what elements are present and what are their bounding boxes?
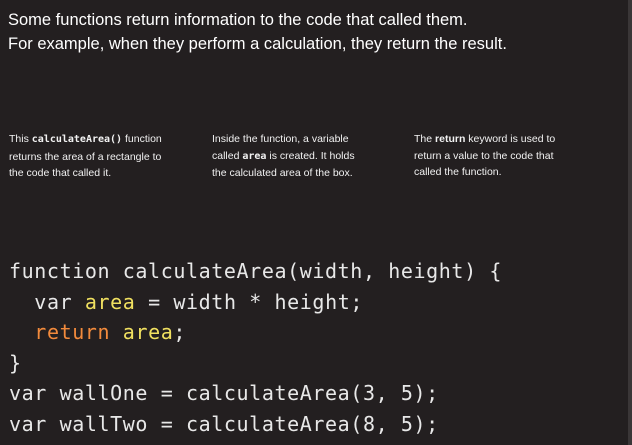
note-calculatearea: This calculateArea() function returns th… bbox=[9, 131, 199, 182]
note-1-pre: This bbox=[9, 133, 32, 145]
intro-line-2: For example, when they perform a calcula… bbox=[8, 35, 507, 53]
intro-line-1: Some functions return information to the… bbox=[8, 11, 468, 29]
page-edge bbox=[628, 0, 632, 445]
note-1-code: calculateArea() bbox=[31, 134, 123, 145]
code-line-3-indent bbox=[9, 320, 34, 344]
code-listing: function calculateArea(width, height) { … bbox=[9, 256, 502, 439]
code-line-2-area-variable: area bbox=[84, 289, 136, 314]
code-line-2-indent bbox=[9, 290, 34, 314]
annotation-notes: This calculateArea() function returns th… bbox=[9, 131, 619, 191]
code-line-3-rest: ; bbox=[173, 320, 187, 344]
note-2-code: area bbox=[242, 150, 267, 162]
note-3-pre: The bbox=[414, 133, 436, 145]
note-area-variable: Inside the function, a variable called a… bbox=[212, 131, 402, 182]
code-line-4: } bbox=[9, 350, 22, 375]
code-line-1: function calculateArea(width, height) { bbox=[9, 259, 502, 283]
code-line-2: var area = width * height; bbox=[9, 287, 502, 318]
code-line-3: return area; bbox=[9, 317, 502, 348]
code-line-6: var wallTwo = calculateArea(8, 5); bbox=[9, 411, 439, 436]
note-return-keyword: The return keyword is used to return a v… bbox=[414, 131, 614, 181]
code-line-5: var wallOne = calculateArea(3, 5); bbox=[9, 381, 439, 405]
code-line-3-return-keyword: return bbox=[34, 320, 123, 344]
code-line-2-var: var bbox=[34, 289, 85, 314]
intro-text: Some functions return information to the… bbox=[8, 8, 608, 56]
code-line-3-area-variable: area bbox=[122, 320, 174, 344]
code-line-2-rest: = width * height; bbox=[135, 289, 363, 314]
note-3-code: return bbox=[435, 133, 466, 145]
